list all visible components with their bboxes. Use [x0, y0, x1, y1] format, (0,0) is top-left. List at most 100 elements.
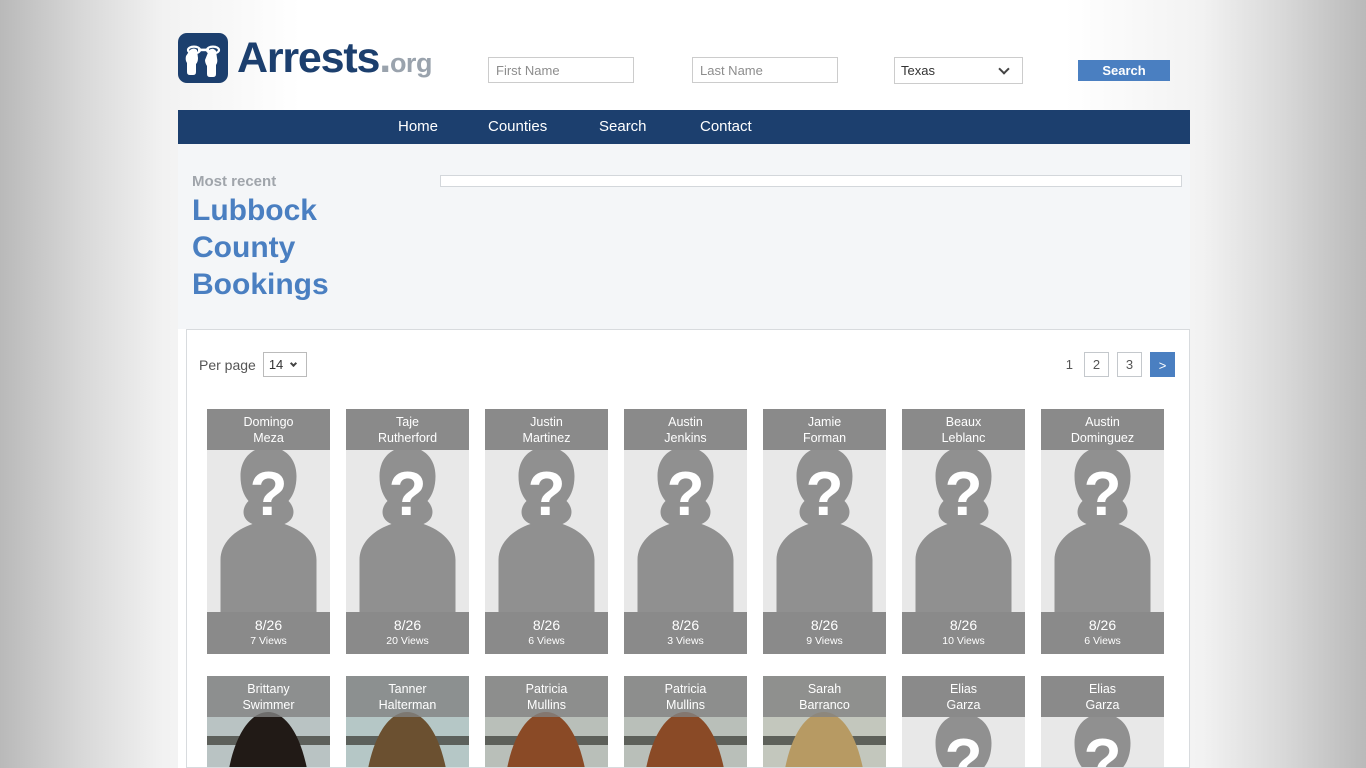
booking-first-name: Elias [1088, 682, 1117, 696]
per-page-select[interactable]: 14 [262, 352, 307, 377]
booking-first-name: Tanner [388, 682, 427, 696]
state-select[interactable]: Texas [894, 57, 1023, 84]
booking-card-footer: 8/26 3 Views [624, 612, 747, 654]
per-page-control: Per page 14 [199, 352, 307, 377]
booking-card[interactable]: Sarah Barranco [763, 676, 886, 767]
booking-last-name: Leblanc [941, 431, 986, 445]
svg-text:?: ? [945, 460, 983, 529]
booking-card[interactable]: ? Jamie Forman 8/26 9 Views [763, 409, 886, 654]
pagination-page-2[interactable]: 2 [1084, 352, 1109, 377]
booking-view-count: 7 Views [250, 635, 287, 647]
booking-card[interactable]: Brittany Swimmer [207, 676, 330, 767]
booking-card[interactable]: ? Domingo Meza 8/26 7 Views [207, 409, 330, 654]
booking-card-footer: 8/26 6 Views [485, 612, 608, 654]
booking-first-name: Jamie [807, 415, 842, 429]
booking-last-name: Halterman [378, 698, 437, 712]
booking-date: 8/26 [810, 617, 839, 633]
logo-name: Arrests [237, 33, 380, 82]
booking-last-name: Swimmer [242, 698, 295, 712]
booking-card-footer: 8/26 20 Views [346, 612, 469, 654]
nav-item-contact[interactable]: Contact [700, 110, 752, 144]
booking-card[interactable]: Patricia Mullins [624, 676, 747, 767]
logo-dot: . [379, 33, 391, 82]
booking-card[interactable]: ? Elias Garza [902, 676, 1025, 768]
booking-card-footer: 8/26 9 Views [763, 612, 886, 654]
booking-card-name: Elias Garza [902, 676, 1025, 717]
booking-card[interactable]: Tanner Halterman [346, 676, 469, 767]
booking-card-name: Patricia Mullins [485, 676, 608, 717]
svg-text:?: ? [528, 460, 566, 529]
booking-card-name: Jamie Forman [763, 409, 886, 450]
booking-card-name: Taje Rutherford [346, 409, 469, 450]
booking-card[interactable]: ? Taje Rutherford 8/26 20 Views [346, 409, 469, 654]
booking-view-count: 3 Views [667, 635, 704, 647]
booking-last-name: Barranco [799, 698, 850, 712]
booking-last-name: Rutherford [377, 431, 438, 445]
last-name-input[interactable] [692, 57, 838, 83]
nav-item-counties[interactable]: Counties [488, 110, 547, 144]
hero-section: Most recent Lubbock County Bookings [178, 144, 1190, 329]
booking-card-grid: ? Domingo Meza 8/26 7 Views ? Taje Rutherfor… [207, 409, 1172, 768]
booking-card[interactable]: ? Justin Martinez 8/26 6 Views [485, 409, 608, 654]
main-navigation: Home Counties Search Contact [178, 110, 1190, 144]
handcuffs-icon [178, 33, 228, 83]
search-button[interactable]: Search [1078, 60, 1170, 81]
booking-last-name: Mullins [666, 698, 705, 712]
booking-date: 8/26 [393, 617, 422, 633]
booking-view-count: 6 Views [1084, 635, 1121, 647]
pagination-next-button[interactable]: > [1150, 352, 1175, 377]
first-name-input[interactable] [488, 57, 634, 83]
booking-last-name: Meza [253, 431, 284, 445]
booking-card-name: Austin Jenkins [624, 409, 747, 450]
booking-first-name: Austin [668, 415, 703, 429]
booking-card-footer: 8/26 10 Views [902, 612, 1025, 654]
booking-card-name: Justin Martinez [485, 409, 608, 450]
booking-date: 8/26 [254, 617, 283, 633]
booking-last-name: Dominguez [1070, 431, 1135, 445]
booking-last-name: Garza [946, 698, 981, 712]
booking-last-name: Martinez [522, 431, 571, 445]
svg-text:?: ? [1084, 460, 1122, 529]
booking-card-name: Elias Garza [1041, 676, 1164, 717]
booking-card-name: Patricia Mullins [624, 676, 747, 717]
booking-date: 8/26 [532, 617, 561, 633]
nav-item-home[interactable]: Home [398, 110, 438, 144]
booking-first-name: Taje [396, 415, 419, 429]
booking-card-name: Sarah Barranco [763, 676, 886, 717]
booking-view-count: 10 Views [942, 635, 985, 647]
booking-view-count: 6 Views [528, 635, 565, 647]
booking-card[interactable]: ? Elias Garza [1041, 676, 1164, 768]
logo-wordmark: Arrests.org [237, 33, 433, 82]
svg-text:?: ? [945, 727, 983, 768]
ad-placeholder-bar [440, 175, 1182, 187]
logo-tld: org [389, 47, 433, 78]
pagination-current-page: 1 [1065, 357, 1073, 372]
booking-card-footer: 8/26 7 Views [207, 612, 330, 654]
booking-card[interactable]: ? Beaux Leblanc 8/26 10 Views [902, 409, 1025, 654]
booking-card-name: Beaux Leblanc [902, 409, 1025, 450]
booking-first-name: Patricia [664, 682, 707, 696]
booking-date: 8/26 [1088, 617, 1117, 633]
svg-text:?: ? [667, 460, 705, 529]
booking-card-name: Brittany Swimmer [207, 676, 330, 717]
booking-card[interactable]: ? Austin Dominguez 8/26 6 Views [1041, 409, 1164, 654]
site-logo[interactable]: Arrests.org [178, 33, 432, 83]
hero-eyebrow: Most recent [192, 173, 277, 190]
pagination-page-3[interactable]: 3 [1117, 352, 1142, 377]
main-container: Home Counties Search Contact Most recent… [178, 110, 1190, 768]
booking-last-name: Garza [1085, 698, 1120, 712]
booking-last-name: Jenkins [664, 431, 707, 445]
booking-view-count: 20 Views [386, 635, 429, 647]
booking-card[interactable]: Patricia Mullins [485, 676, 608, 767]
booking-first-name: Domingo [243, 415, 294, 429]
svg-text:?: ? [1084, 727, 1122, 768]
booking-card[interactable]: ? Austin Jenkins 8/26 3 Views [624, 409, 747, 654]
booking-first-name: Sarah [807, 682, 842, 696]
nav-item-search[interactable]: Search [599, 110, 647, 144]
results-panel: Per page 14 1 2 3 > ? Domingo Meza 8/26 7 V… [186, 329, 1190, 768]
booking-first-name: Beaux [945, 415, 982, 429]
page-title: Lubbock County Bookings [192, 194, 329, 301]
booking-first-name: Justin [530, 415, 563, 429]
booking-date: 8/26 [949, 617, 978, 633]
svg-text:?: ? [250, 460, 288, 529]
